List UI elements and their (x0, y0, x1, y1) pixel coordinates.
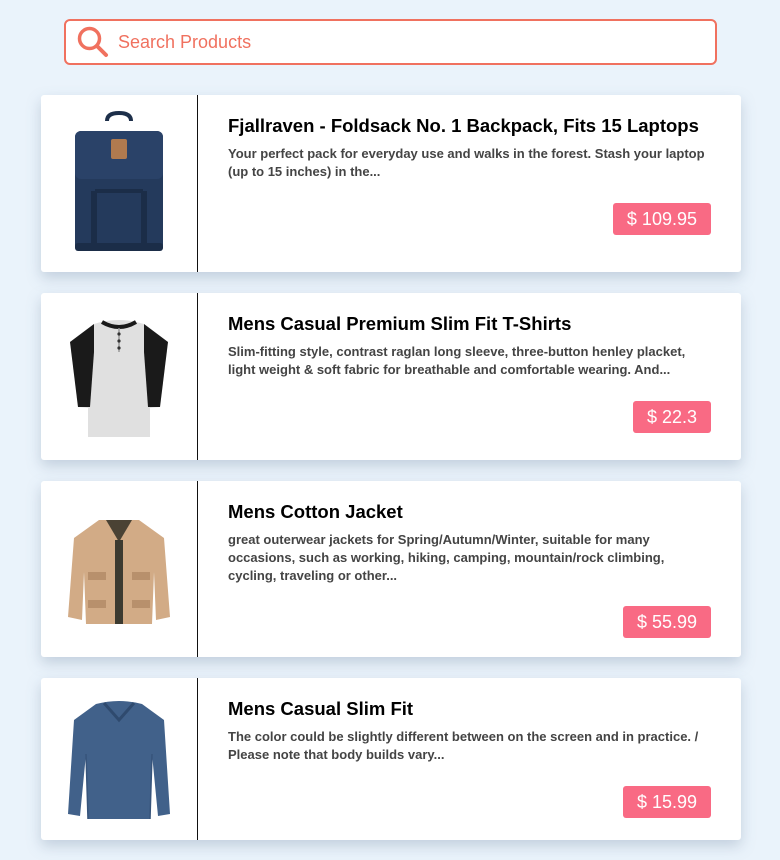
product-description: Slim-fitting style, contrast raglan long… (228, 344, 686, 377)
longsleeve-image (68, 701, 170, 820)
backpack-image (75, 111, 163, 251)
product-card[interactable]: Mens Cotton Jacket great outerwear jacke… (41, 481, 741, 657)
product-image-frame (41, 293, 198, 460)
product-title[interactable]: Mens Casual Slim Fit (228, 698, 711, 720)
price-tag: $ 22.3 (632, 401, 711, 433)
product-title[interactable]: Fjallraven - Foldsack No. 1 Backpack, Fi… (228, 115, 711, 137)
product-image-frame (41, 481, 198, 657)
product-card[interactable]: Mens Casual Slim Fit The color could be … (41, 678, 741, 840)
product-description: Your perfect pack for everyday use and w… (228, 146, 705, 179)
search-icon (75, 24, 111, 60)
product-card[interactable]: Fjallraven - Foldsack No. 1 Backpack, Fi… (41, 95, 741, 272)
product-title[interactable]: Mens Casual Premium Slim Fit T-Shirts (228, 313, 711, 335)
price-tag: $ 15.99 (622, 786, 711, 818)
search-bar[interactable] (64, 19, 717, 65)
product-title[interactable]: Mens Cotton Jacket (228, 501, 711, 523)
tshirt-image (70, 319, 168, 437)
price-tag: $ 55.99 (622, 606, 711, 638)
product-image-frame (41, 678, 198, 840)
jacket-image (68, 519, 170, 624)
product-description: great outerwear jackets for Spring/Autum… (228, 532, 665, 583)
product-image-frame (41, 95, 198, 272)
product-card[interactable]: Mens Casual Premium Slim Fit T-Shirts Sl… (41, 293, 741, 460)
price-tag: $ 109.95 (612, 203, 711, 235)
search-input[interactable] (118, 24, 698, 60)
product-description: The color could be slightly different be… (228, 729, 699, 762)
